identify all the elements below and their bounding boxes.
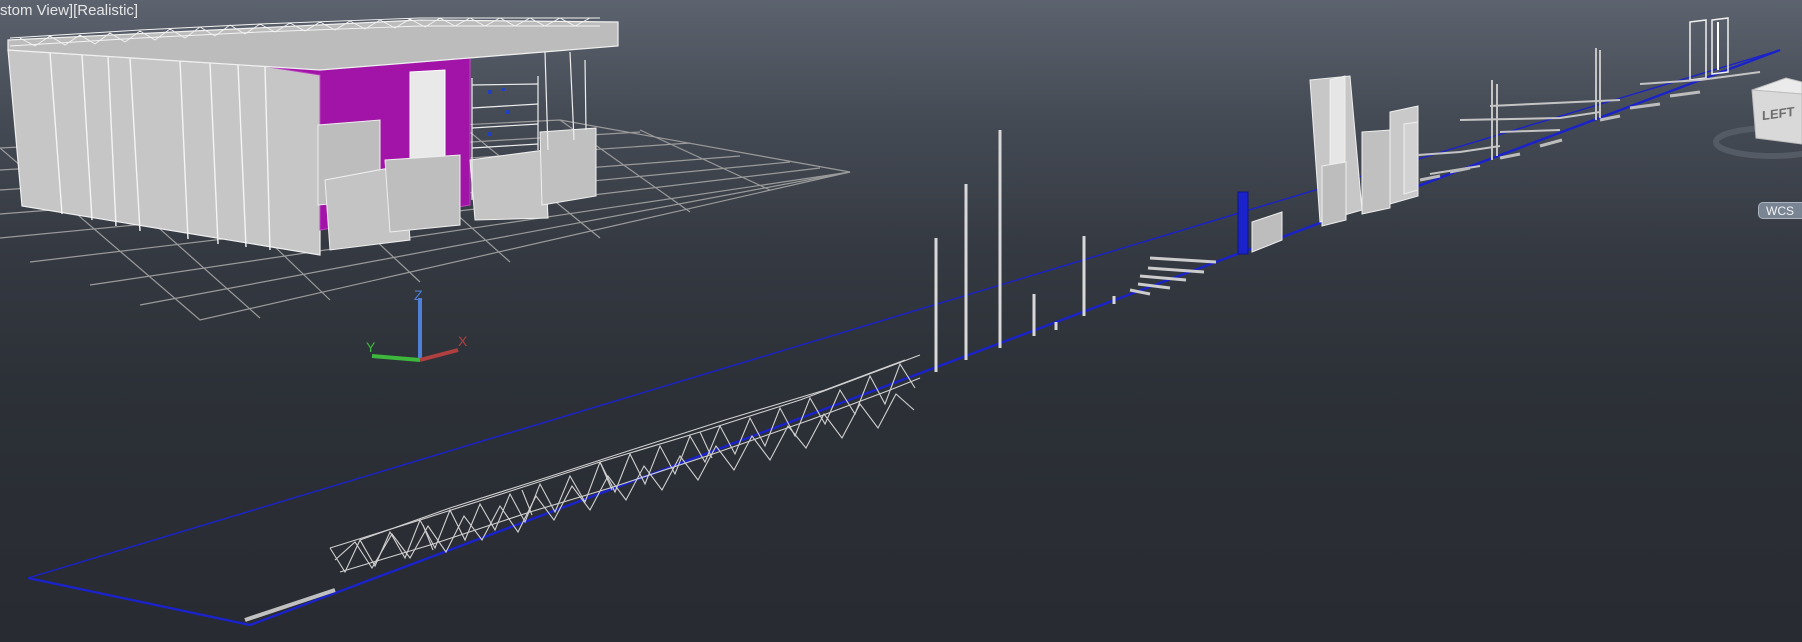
y-axis-label: Y <box>366 339 376 355</box>
booth-back-wall <box>7 49 321 256</box>
booth-model[interactable] <box>7 17 619 256</box>
drawing-viewport[interactable]: Z Y X stom View][Realistic] LEFT WCS <box>0 0 1802 642</box>
z-axis-label: Z <box>414 287 423 303</box>
scene-canvas[interactable]: Z Y X <box>0 0 1802 642</box>
truss-sections <box>329 354 921 574</box>
blue-panel <box>1237 191 1249 255</box>
wall-panel-cluster <box>1251 75 1419 253</box>
x-axis-label: X <box>458 333 468 349</box>
vertical-poles <box>934 130 1116 372</box>
floor-clutter <box>1419 90 1701 182</box>
wcs-menu[interactable]: WCS <box>1758 202 1802 219</box>
ucs-icon[interactable]: Z Y X <box>366 287 468 362</box>
y-axis <box>371 354 421 362</box>
viewport-controls-label[interactable]: stom View][Realistic] <box>0 2 138 19</box>
distant-structures <box>1417 17 1761 175</box>
floor-rails <box>244 588 336 622</box>
x-axis <box>419 348 459 362</box>
